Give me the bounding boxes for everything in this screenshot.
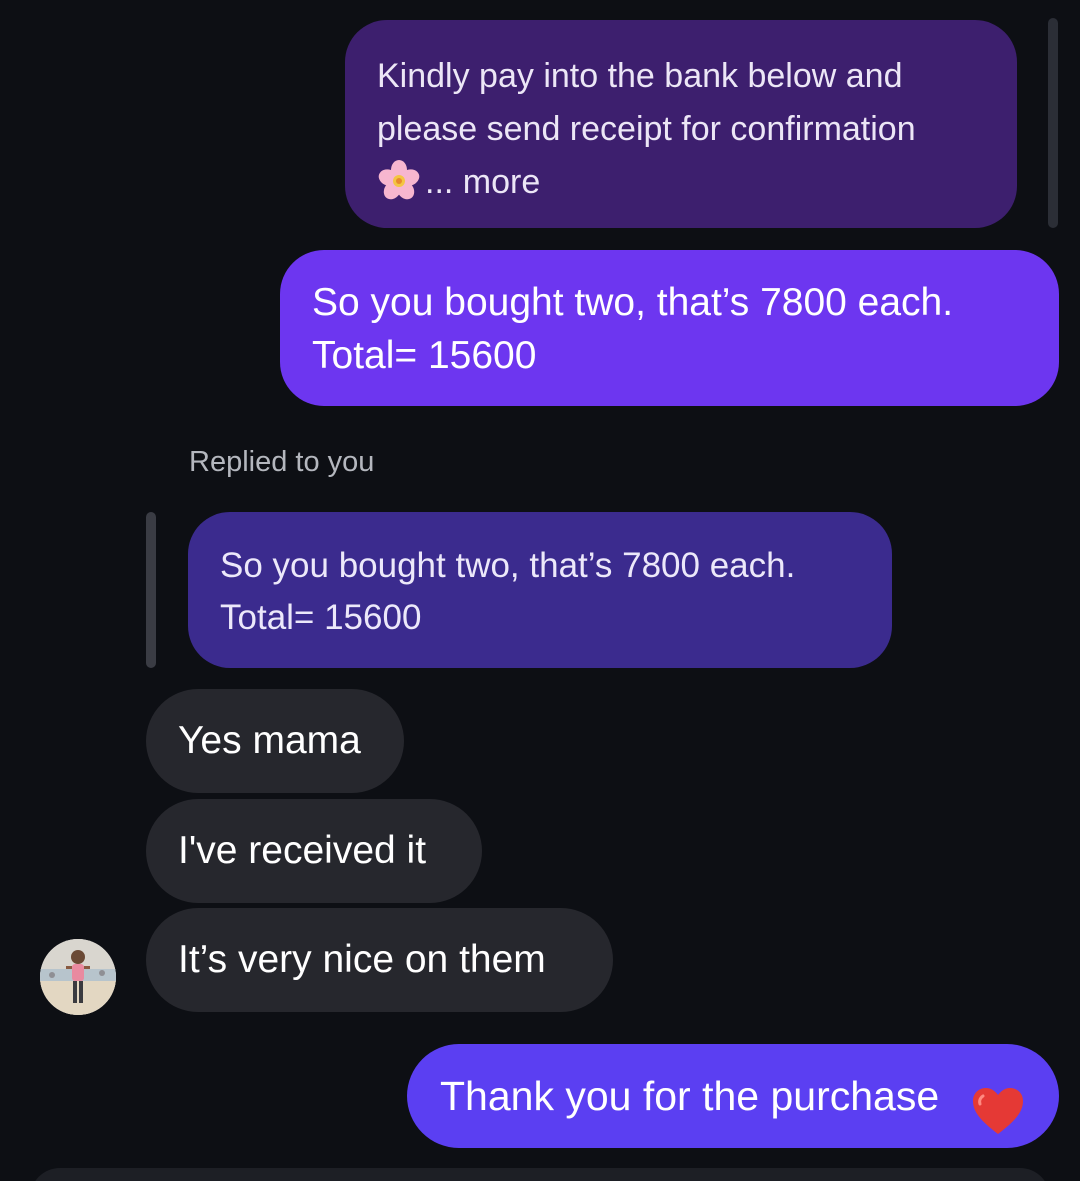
message-text: Thank you for the purchase bbox=[440, 1073, 940, 1119]
quoted-message-bubble[interactable]: So you bought two, that’s 7800 each. Tot… bbox=[188, 512, 892, 668]
received-message-bubble[interactable]: It’s very nice on them bbox=[146, 908, 613, 1012]
message-text-line: please send receipt for confirmation bbox=[377, 110, 916, 148]
scrollbar[interactable] bbox=[1048, 18, 1058, 228]
message-text-line: So you bought two, that’s 7800 each. bbox=[312, 281, 954, 324]
chat-screen: Kindly pay into the bank below and pleas… bbox=[0, 0, 1080, 1181]
red-heart-icon bbox=[971, 1070, 1025, 1134]
message-composer[interactable] bbox=[30, 1168, 1050, 1181]
message-text-line: Total= 15600 bbox=[312, 334, 537, 377]
message-bubble-total[interactable]: So you bought two, that’s 7800 each. Tot… bbox=[280, 250, 1059, 406]
quoted-text-line: Total= 15600 bbox=[220, 598, 422, 637]
more-link[interactable]: ... more bbox=[425, 163, 540, 201]
received-message-bubble[interactable]: I've received it bbox=[146, 799, 482, 903]
reply-quote-bar bbox=[146, 512, 156, 668]
received-message-bubble[interactable]: Yes mama bbox=[146, 689, 404, 793]
message-text-line: Kindly pay into the bank below and bbox=[377, 57, 903, 95]
cherry-blossom-icon bbox=[377, 159, 421, 203]
message-bubble-bank[interactable]: Kindly pay into the bank below and pleas… bbox=[345, 20, 1017, 228]
quoted-text-line: So you bought two, that’s 7800 each. bbox=[220, 546, 796, 585]
message-bubble-thanks[interactable]: Thank you for the purchase bbox=[407, 1044, 1059, 1148]
sender-avatar[interactable] bbox=[40, 939, 116, 1015]
reply-label: Replied to you bbox=[189, 446, 375, 478]
